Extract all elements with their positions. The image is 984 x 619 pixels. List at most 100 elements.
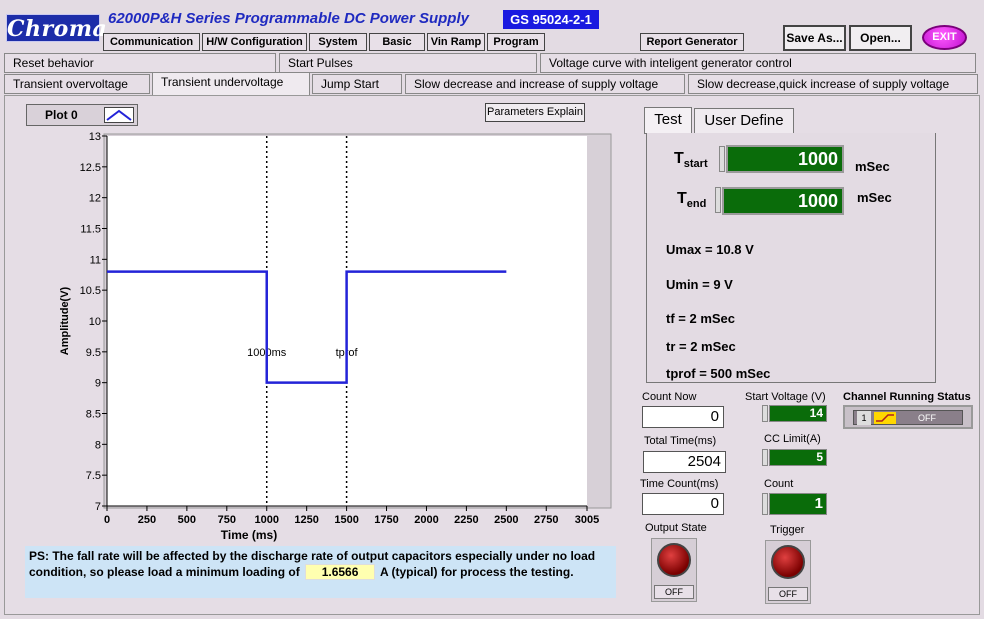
time-count-label: Time Count(ms): [640, 478, 719, 490]
y-tick-label: 11: [90, 254, 101, 266]
tstart-input[interactable]: 1000: [726, 145, 844, 173]
start-voltage-spinner[interactable]: [762, 405, 768, 422]
y-tick-label: 12: [89, 193, 101, 205]
x-tick-label: 1500: [334, 514, 358, 526]
tab-test[interactable]: Test: [644, 107, 692, 134]
app-title: 62000P&H Series Programmable DC Power Su…: [108, 10, 469, 27]
channel-wave-icon: [874, 412, 896, 424]
x-tick-label: 2000: [414, 514, 438, 526]
x-tick-label: 3005: [575, 514, 599, 526]
count-now-label: Count Now: [642, 391, 697, 403]
y-tick-label: 7.5: [86, 470, 101, 482]
tab-slow-decrease-quick-increase[interactable]: Slow decrease,quick increase of supply v…: [688, 74, 978, 94]
tprof-readout: tprof = 500 mSec: [666, 366, 771, 381]
tf-readout: tf = 2 mSec: [666, 311, 736, 326]
start-voltage-input[interactable]: 14: [769, 405, 827, 422]
save-as-button[interactable]: Save As...: [783, 25, 846, 51]
y-tick-label: 7: [95, 501, 101, 513]
trigger-label: Trigger: [770, 524, 805, 536]
channel-status-indicator: 1 OFF: [843, 405, 973, 429]
trigger-led-icon: [771, 545, 805, 579]
y-tick-label: 11.5: [80, 224, 101, 236]
tend-unit: mSec: [857, 190, 892, 205]
cc-limit-spinner[interactable]: [762, 449, 768, 466]
umax-readout: Umax = 10.8 V: [666, 242, 754, 257]
ps-note: PS: The fall rate will be affected by th…: [25, 546, 616, 598]
report-generator-button[interactable]: Report Generator: [640, 33, 744, 51]
x-tick-label: 750: [218, 514, 236, 526]
x-tick-label: 2500: [494, 514, 518, 526]
channel-status-label: Channel Running Status: [843, 391, 971, 403]
output-state-value: OFF: [654, 585, 694, 599]
y-tick-label: 10: [89, 316, 101, 328]
y-tick-label: 10.5: [80, 285, 101, 297]
menu-communication[interactable]: Communication: [103, 33, 200, 51]
count-label: Count: [764, 478, 794, 490]
x-tick-label: 1250: [294, 514, 318, 526]
tab-voltage-curve[interactable]: Voltage curve with inteligent generator …: [540, 53, 976, 73]
trigger-button[interactable]: OFF: [765, 540, 811, 604]
y-tick-label: 8: [95, 439, 101, 451]
plot-legend-label: Plot 0: [45, 108, 78, 122]
trigger-value: OFF: [768, 587, 808, 601]
cc-limit-input[interactable]: 5: [769, 449, 827, 466]
ps-note-tail: A (typical) for process the testing.: [379, 564, 574, 579]
tstart-unit: mSec: [855, 159, 890, 174]
menu-vin-ramp[interactable]: Vin Ramp: [427, 33, 485, 51]
plot-line-icon: [104, 107, 134, 123]
min-load-value: 1.6566: [305, 563, 376, 580]
menu-program[interactable]: Program: [487, 33, 545, 51]
x-tick-label: 250: [138, 514, 156, 526]
chart-y-axis-label: Amplitude(V): [59, 286, 71, 355]
standard-badge: GS 95024-2-1: [503, 10, 599, 29]
output-state-indicator[interactable]: OFF: [651, 538, 697, 602]
x-tick-label: 500: [178, 514, 196, 526]
tab-user-define[interactable]: User Define: [694, 108, 794, 134]
umin-readout: Umin = 9 V: [666, 277, 733, 292]
total-time-value: 2504: [643, 451, 726, 473]
exit-button[interactable]: EXIT: [922, 25, 967, 50]
open-button[interactable]: Open...: [849, 25, 912, 51]
tr-readout: tr = 2 mSec: [666, 339, 736, 354]
x-tick-label: 1750: [374, 514, 398, 526]
channel-state: OFF: [918, 413, 936, 423]
start-voltage-label: Start Voltage (V): [745, 391, 826, 403]
tab-slow-decrease-increase[interactable]: Slow decrease and increase of supply vol…: [405, 74, 685, 94]
tstart-label: Tstart: [674, 150, 708, 171]
x-tick-label: 2250: [454, 514, 478, 526]
tab-reset-behavior[interactable]: Reset behavior: [4, 53, 276, 73]
x-tick-label: 2750: [534, 514, 558, 526]
voltage-chart: 7 7.5 8 8.5 9 9.5 10 10.5 11 11.5 12 12.5 13 0 250 500 7…: [59, 131, 612, 542]
tab-transient-undervoltage[interactable]: Transient undervoltage: [152, 72, 310, 96]
y-tick-label: 8.5: [86, 409, 101, 421]
y-tick-label: 13: [89, 131, 101, 143]
tend-spinner[interactable]: [715, 187, 721, 213]
count-spinner[interactable]: [762, 493, 768, 515]
y-tick-label: 12.5: [80, 162, 101, 174]
tab-jump-start[interactable]: Jump Start: [312, 74, 402, 94]
menu-basic[interactable]: Basic: [369, 33, 425, 51]
time-count-value: 0: [642, 493, 724, 515]
parameters-explain-button[interactable]: Parameters Explain: [485, 103, 585, 122]
cc-limit-label: CC Limit(A): [764, 433, 821, 445]
tab-start-pulses[interactable]: Start Pulses: [279, 53, 537, 73]
output-state-label: Output State: [645, 522, 707, 534]
channel-status-bar: 1 OFF: [853, 410, 963, 425]
tend-label: Tend: [677, 190, 707, 211]
menu-system[interactable]: System: [309, 33, 367, 51]
y-tick-label: 9: [95, 378, 101, 390]
channel-number: 1: [857, 411, 871, 425]
count-input[interactable]: 1: [769, 493, 827, 515]
x-tick-label: 1000: [254, 514, 278, 526]
menu-hw-configuration[interactable]: H/W Configuration: [202, 33, 307, 51]
x-tick-label: 0: [104, 514, 110, 526]
tstart-spinner[interactable]: [719, 146, 725, 172]
tend-input[interactable]: 1000: [722, 187, 844, 215]
chroma-logo: Chroma: [6, 14, 108, 42]
total-time-label: Total Time(ms): [644, 435, 717, 447]
output-state-led-icon: [657, 543, 691, 577]
count-now-value: 0: [642, 406, 724, 428]
tab-transient-overvoltage[interactable]: Transient overvoltage: [4, 74, 150, 94]
y-tick-label: 9.5: [86, 347, 101, 359]
chart-x-axis-label: Time (ms): [221, 528, 277, 542]
